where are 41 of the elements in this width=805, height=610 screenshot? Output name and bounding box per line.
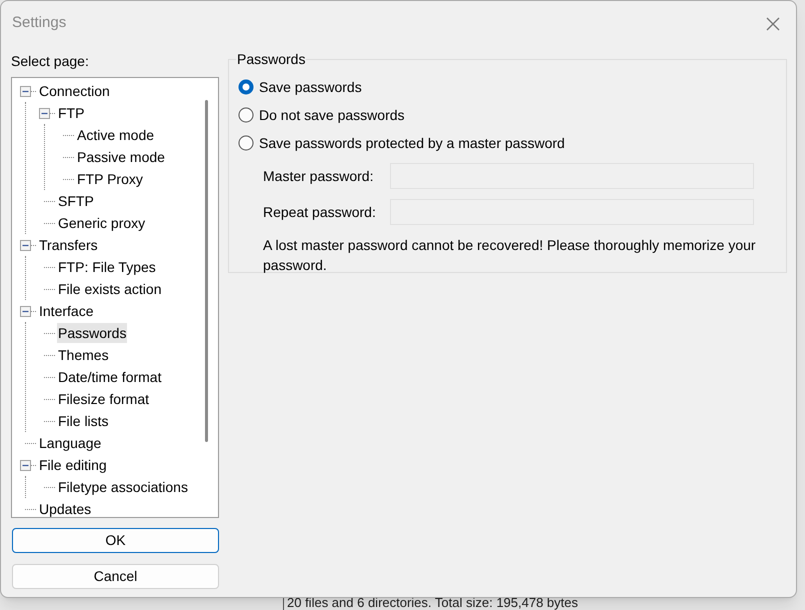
tree-item[interactable]: Generic proxy <box>57 213 146 233</box>
window-title: Settings <box>12 13 66 34</box>
tree-item[interactable]: Filesize format <box>57 389 150 409</box>
tree-item[interactable]: Language <box>38 433 102 453</box>
tree-item[interactable]: Interface <box>38 301 94 321</box>
tree-item[interactable]: Themes <box>57 345 110 365</box>
tree-item[interactable]: FTP Proxy <box>76 169 144 189</box>
tree-item[interactable]: SFTP <box>57 191 95 211</box>
tree-item[interactable]: Date/time format <box>57 367 162 387</box>
field-label: Master password: <box>263 166 374 186</box>
field-label: Repeat password: <box>263 202 377 222</box>
collapse-icon[interactable] <box>39 108 50 118</box>
radio-label[interactable]: Save passwords <box>259 76 362 98</box>
collapse-icon[interactable] <box>20 240 31 250</box>
tree-item[interactable]: File editing <box>38 455 108 475</box>
dialog-button[interactable]: Cancel <box>12 564 219 589</box>
radio-button[interactable] <box>238 135 254 151</box>
tree-item[interactable]: Filetype associations <box>57 477 189 497</box>
tree-item[interactable]: File exists action <box>57 279 162 299</box>
collapse-icon[interactable] <box>20 86 31 96</box>
tree-item[interactable]: Passwords <box>57 323 128 343</box>
tree-item[interactable]: File lists <box>57 411 110 431</box>
scrollbar-thumb[interactable] <box>205 100 208 442</box>
tree-item[interactable]: Connection <box>38 81 111 101</box>
tree-item[interactable]: Transfers <box>38 235 99 255</box>
radio-button[interactable] <box>238 79 254 95</box>
tree-item[interactable]: FTP <box>57 103 86 123</box>
status-text: 20 files and 6 directories. Total size: 195,478 bytes <box>287 595 578 610</box>
warning-text: A lost master password cannot be recovered! Please thoroughly memorize your password. <box>263 236 757 275</box>
tree-item[interactable]: Active mode <box>76 125 156 145</box>
dialog-button[interactable]: OK <box>12 528 219 553</box>
tree-item[interactable]: Passive mode <box>76 147 166 167</box>
close-icon[interactable] <box>766 16 780 30</box>
tree-item[interactable]: FTP: File Types <box>57 257 157 277</box>
radio-button[interactable] <box>238 107 254 123</box>
select-page-label: Select page: <box>11 52 90 70</box>
tree-item[interactable]: Updates <box>38 499 92 517</box>
radio-label[interactable]: Save passwords protected by a master password <box>259 132 565 154</box>
radio-label[interactable]: Do not save passwords <box>259 104 405 126</box>
collapse-icon[interactable] <box>20 306 31 316</box>
collapse-icon[interactable] <box>20 460 31 470</box>
